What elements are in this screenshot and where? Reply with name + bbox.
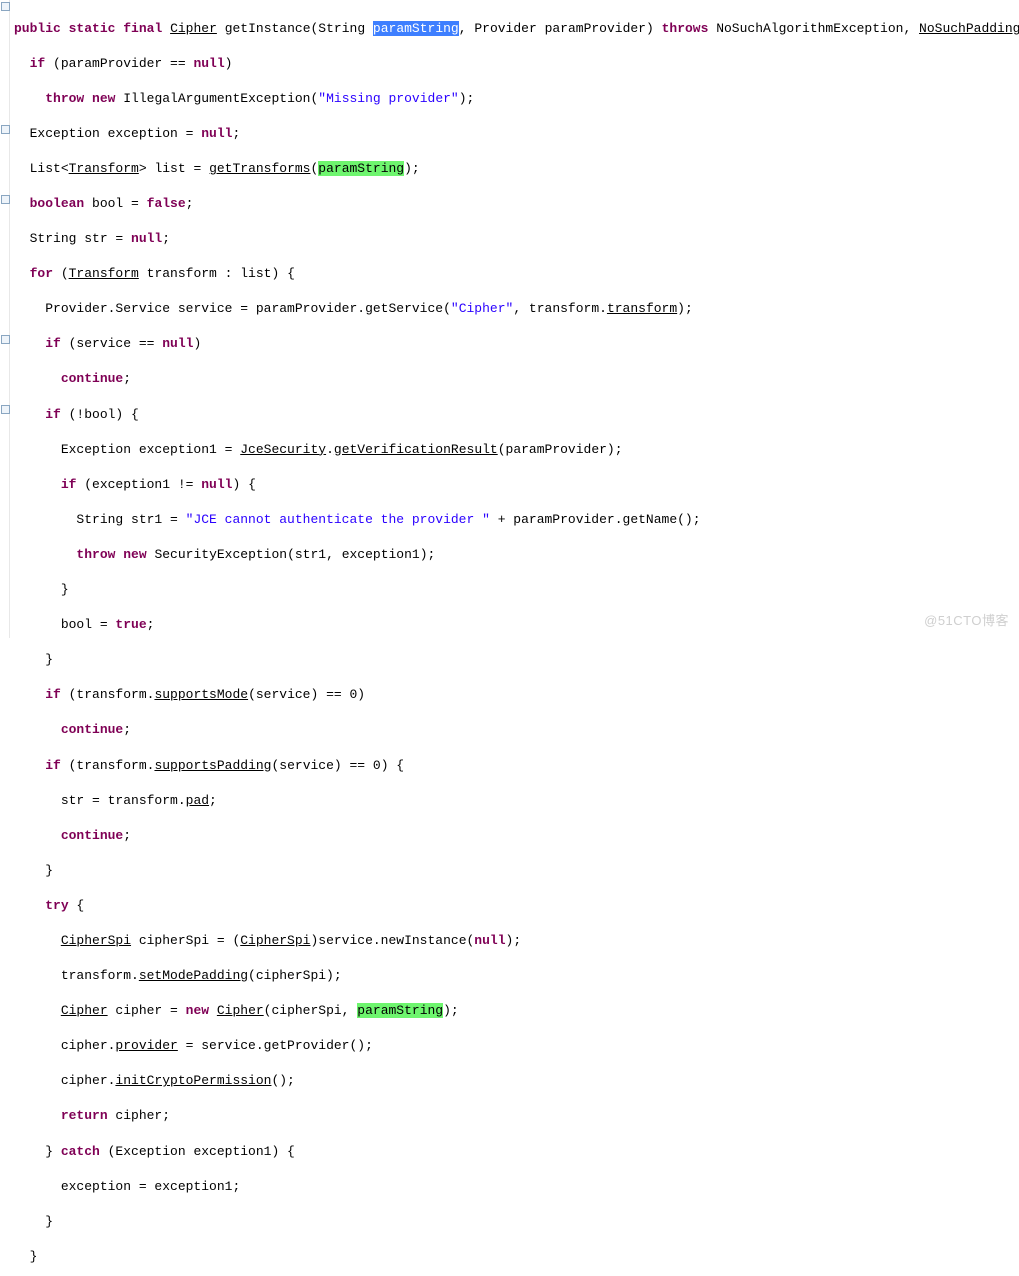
code-line: List<Transform> list = getTransforms(par… — [14, 160, 1019, 178]
occurrence-highlight: paramString — [357, 1003, 443, 1018]
code-line: public static final Cipher getInstance(S… — [14, 20, 1019, 38]
code-line: if (transform.supportsMode(service) == 0… — [14, 686, 1019, 704]
code-line: transform.setModePadding(cipherSpi); — [14, 967, 1019, 985]
code-line: for (Transform transform : list) { — [14, 265, 1019, 283]
fold-marker-icon[interactable] — [1, 2, 10, 11]
fold-marker-icon[interactable] — [1, 335, 10, 344]
code-line: String str = null; — [14, 230, 1019, 248]
fold-marker-icon[interactable] — [1, 195, 10, 204]
code-line: CipherSpi cipherSpi = (CipherSpi)service… — [14, 932, 1019, 950]
code-line: Exception exception = null; — [14, 125, 1019, 143]
code-line: boolean bool = false; — [14, 195, 1019, 213]
code-line: Cipher cipher = new Cipher(cipherSpi, pa… — [14, 1002, 1019, 1020]
code-line: } — [14, 581, 1019, 599]
code-line: return cipher; — [14, 1107, 1019, 1125]
code-line: continue; — [14, 827, 1019, 845]
code-line: if (!bool) { — [14, 406, 1019, 424]
code-line: } catch (Exception exception1) { — [14, 1143, 1019, 1161]
code-line: } — [14, 1248, 1019, 1266]
code-line: cipher.initCryptoPermission(); — [14, 1072, 1019, 1090]
code-line: continue; — [14, 370, 1019, 388]
code-line: if (service == null) — [14, 335, 1019, 353]
code-line: if (exception1 != null) { — [14, 476, 1019, 494]
code-line: } — [14, 651, 1019, 669]
code-line: try { — [14, 897, 1019, 915]
fold-marker-icon[interactable] — [1, 405, 10, 414]
code-line: if (paramProvider == null) — [14, 55, 1019, 73]
code-line: throw new IllegalArgumentException("Miss… — [14, 90, 1019, 108]
code-line: if (transform.supportsPadding(service) =… — [14, 757, 1019, 775]
code-line: continue; — [14, 721, 1019, 739]
code-line: } — [14, 862, 1019, 880]
code-line: exception = exception1; — [14, 1178, 1019, 1196]
code-line: String str1 = "JCE cannot authenticate t… — [14, 511, 1019, 529]
code-line: throw new SecurityException(str1, except… — [14, 546, 1019, 564]
fold-marker-icon[interactable] — [1, 125, 10, 134]
code-line: str = transform.pad; — [14, 792, 1019, 810]
code-block: public static final Cipher getInstance(S… — [14, 2, 1019, 1276]
code-line: } — [14, 1213, 1019, 1231]
occurrence-highlight: paramString — [318, 161, 404, 176]
code-line: Provider.Service service = paramProvider… — [14, 300, 1019, 318]
code-line: Exception exception1 = JceSecurity.getVe… — [14, 441, 1019, 459]
selection-highlight: paramString — [373, 21, 459, 36]
editor-gutter — [0, 0, 10, 638]
code-line: cipher.provider = service.getProvider(); — [14, 1037, 1019, 1055]
code-line: bool = true; — [14, 616, 1019, 634]
